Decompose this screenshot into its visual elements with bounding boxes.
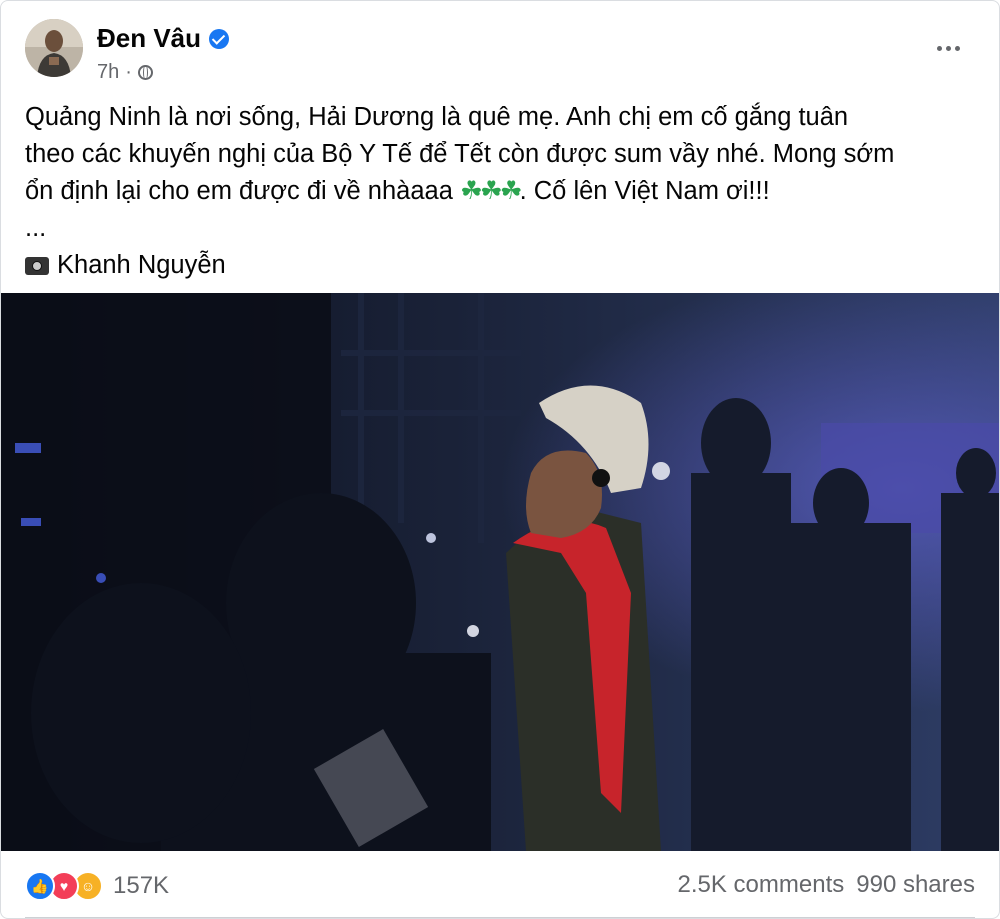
- post-card: Đen Vâu 7h · Quảng Ninh là nơi sống, Hải…: [0, 0, 1000, 919]
- author-avatar[interactable]: [25, 19, 83, 77]
- see-more-ellipsis[interactable]: ...: [25, 210, 985, 247]
- globe-icon[interactable]: [137, 65, 153, 80]
- post-text: Quảng Ninh là nơi sống, Hải Dương là quê…: [25, 99, 985, 284]
- post-photo[interactable]: [1, 293, 999, 851]
- comments-count[interactable]: 2.5K comments: [678, 871, 845, 899]
- post-text-line: Quảng Ninh là nơi sống, Hải Dương là quê…: [25, 103, 849, 131]
- camera-icon: [25, 257, 49, 275]
- post-time[interactable]: 7h: [97, 61, 119, 84]
- reaction-count: 157K: [113, 872, 170, 899]
- post-header: Đen Vâu 7h ·: [25, 19, 975, 83]
- post-footer: 👍 ♥ ☺ 157K 2.5K comments 990 shares: [25, 863, 975, 911]
- post-text-fragment: ổn định lại cho em được đi về nhàaaa: [25, 177, 453, 205]
- like-reaction-icon: 👍: [25, 871, 55, 901]
- footer-divider: [25, 917, 975, 918]
- verified-badge-icon: [209, 28, 230, 49]
- post-text-fragment: . Cố lên Việt Nam ơi!!!: [519, 177, 770, 205]
- reactions-summary[interactable]: 👍 ♥ ☺ 157K: [25, 871, 169, 901]
- shares-count[interactable]: 990 shares: [856, 871, 975, 899]
- post-text-line: theo các khuyến nghị của Bộ Y Tế để Tết …: [25, 140, 895, 168]
- author-name[interactable]: Đen Vâu: [97, 23, 201, 54]
- post-meta: 7h ·: [97, 61, 153, 84]
- post-text-line: ổn định lại cho em được đi về nhàaaa ☘☘☘…: [25, 173, 985, 210]
- photo-credit: Khanh Nguyễn: [25, 247, 985, 284]
- more-options-icon[interactable]: [933, 33, 963, 63]
- meta-separator: ·: [125, 61, 132, 83]
- engagement-stats: 2.5K comments 990 shares: [678, 871, 975, 899]
- photo-credit-name: Khanh Nguyễn: [57, 251, 226, 279]
- author-name-row: Đen Vâu: [97, 23, 230, 54]
- clover-emoji: ☘☘☘: [460, 177, 523, 205]
